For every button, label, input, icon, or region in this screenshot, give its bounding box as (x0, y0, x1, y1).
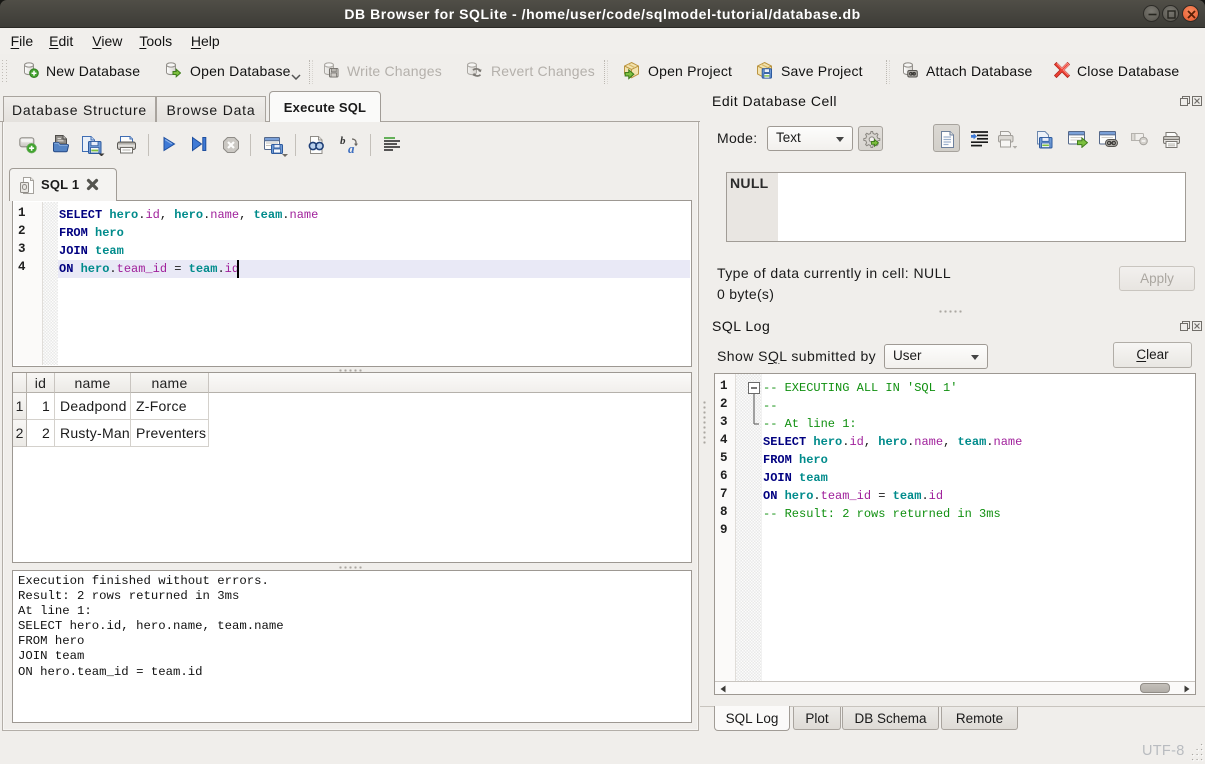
svg-text:b: b (340, 135, 346, 147)
svg-text:a: a (348, 141, 355, 155)
